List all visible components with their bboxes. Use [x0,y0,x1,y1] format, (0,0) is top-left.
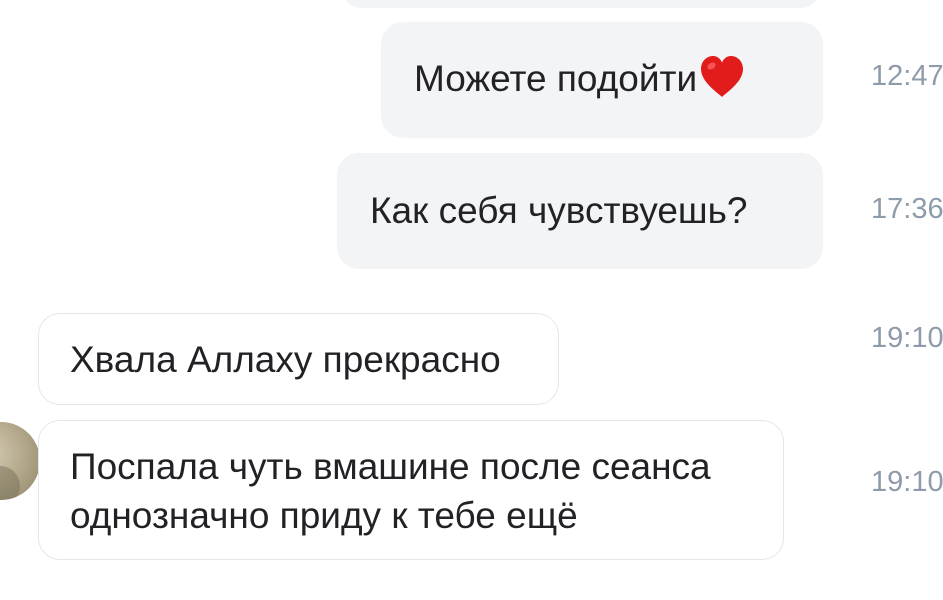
message-timestamp: 12:47 [871,60,943,92]
message-text: Можете подойти [414,58,698,99]
message-bubble-outgoing[interactable]: Можете подойти [381,22,823,138]
message-bubble-incoming[interactable]: Поспала чуть вмашине после сеанса однозн… [38,420,784,560]
message-text-line: Поспала чуть вмашине после сеанса [70,446,711,487]
user-avatar[interactable] [0,422,40,500]
message-timestamp: 19:10 [871,322,943,354]
message-text: Хвала Аллаху прекрасно [70,339,501,380]
message-bubble-outgoing[interactable]: Как себя чувствуешь? [337,153,823,269]
message-timestamp: 19:10 [871,466,943,498]
message-timestamp: 17:36 [871,193,943,225]
chat-thread: Можете подойти 12:47 Как себя чувствуешь… [0,0,943,600]
red-heart-icon [701,56,744,97]
message-text-line: однозначно приду к тебе ещё [70,495,578,536]
message-bubble-incoming[interactable]: Хвала Аллаху прекрасно [38,313,559,405]
message-text: Как себя чувствуешь? [370,190,748,231]
previous-message-bubble[interactable] [342,0,820,8]
